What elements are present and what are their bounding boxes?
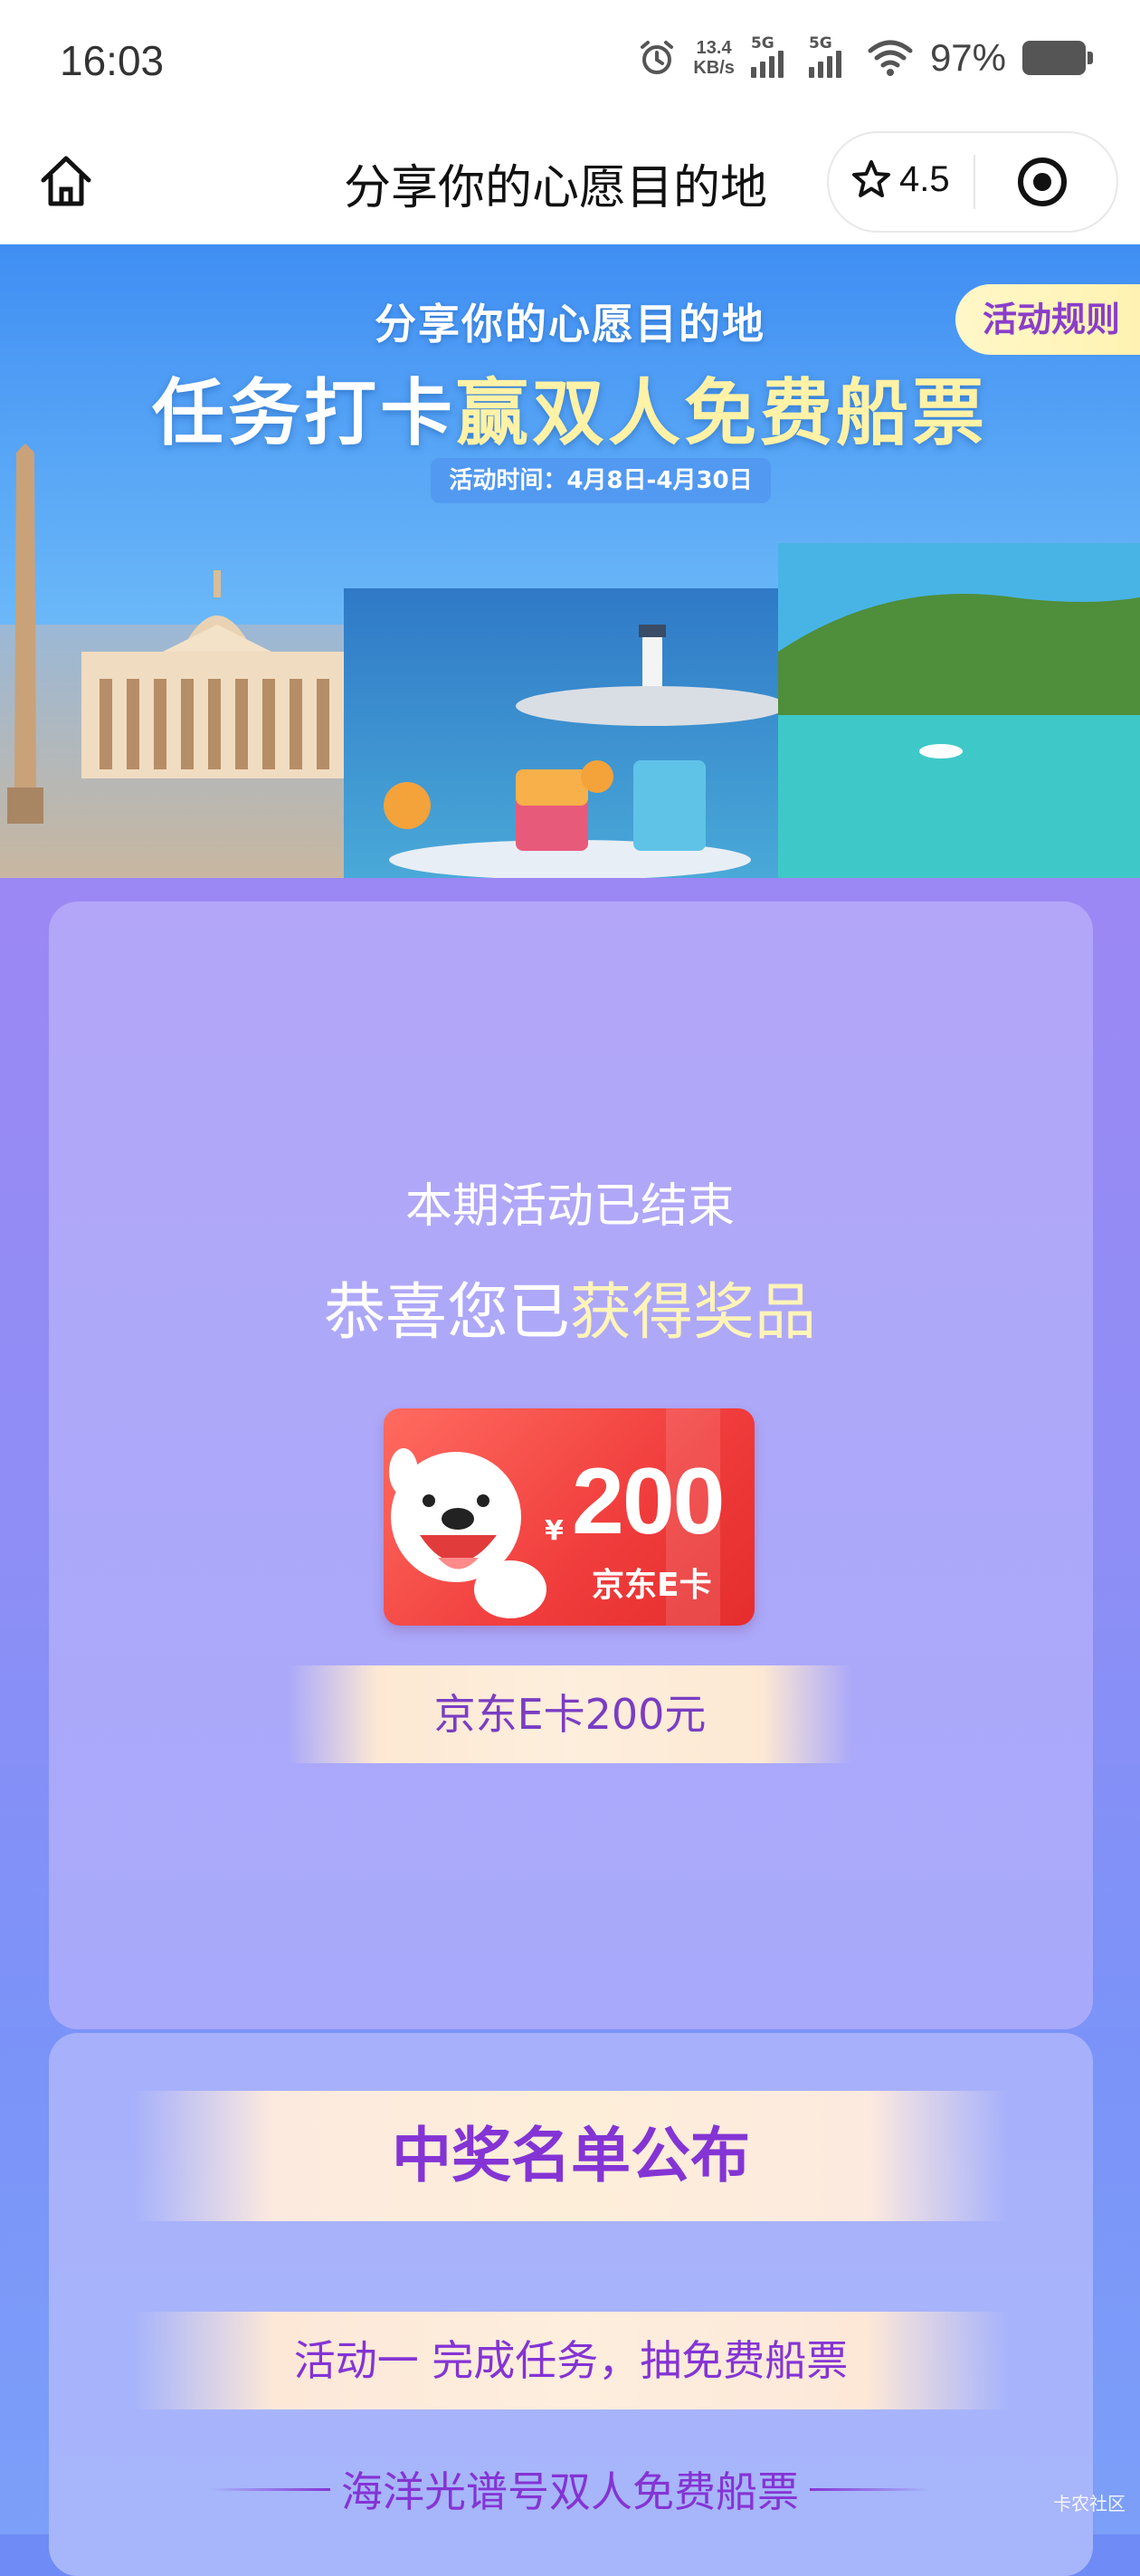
signal-icon-sim2: 5G — [808, 34, 850, 78]
island-illustration — [778, 543, 1140, 878]
activity-rules-button[interactable]: 活动规则 — [955, 284, 1140, 355]
mini-program-capsule: 4.5 — [827, 131, 1118, 233]
sim2-label: 5G — [808, 34, 832, 52]
rating-value: 4.5 — [899, 158, 950, 199]
home-icon[interactable] — [34, 149, 98, 213]
alarm-icon — [641, 41, 674, 74]
basilica-illustration — [81, 570, 353, 778]
jd-dog-mascot-icon — [389, 1448, 546, 1618]
watermark: 卡农社区 — [1053, 2493, 1126, 2514]
obelisk-illustration — [7, 444, 43, 824]
banner-title-part1: 任务打卡 — [152, 371, 456, 455]
battery-percent: 97% — [929, 36, 1006, 79]
nav-bar: 分享你的心愿目的地 4.5 — [0, 122, 1140, 244]
star-icon — [852, 160, 890, 197]
lighthouse-illustration — [516, 625, 787, 726]
ecard-label: 京东E卡 — [592, 1567, 712, 1604]
network-speed: 13.4 KB/s — [693, 38, 735, 78]
ecard-amount: 200 — [572, 1449, 726, 1554]
prize-heading-line-left — [210, 2487, 330, 2491]
network-speed-value: 13.4 — [696, 38, 732, 58]
activity-ended-text: 本期活动已结束 — [404, 1179, 735, 1234]
prize-name: 京东E卡200元 — [288, 1665, 852, 1763]
winners-title: 中奖名单公布 — [134, 2091, 1008, 2221]
prize-heading-text: 海洋光谱号双人免费船票 — [341, 2467, 799, 2516]
sim1-label: 5G — [750, 34, 774, 52]
congrats-highlight: 获得奖品 — [570, 1277, 817, 1349]
congrats-prefix: 恭喜您已 — [323, 1277, 570, 1349]
page-title: 分享你的心愿目的地 — [344, 161, 768, 215]
activity-date: 活动时间：4月8日-4月30日 — [431, 458, 771, 503]
banner-title-part2: 赢双人免费船票 — [456, 371, 988, 455]
target-icon[interactable] — [1015, 155, 1069, 209]
ecard-currency: ¥ — [545, 1515, 564, 1547]
rating-button[interactable]: 4.5 — [850, 158, 950, 200]
status-time: 16:03 — [60, 37, 165, 84]
jd-ecard-image: ¥ 200 京东E卡 — [384, 1408, 755, 1626]
prize-heading-line-right — [810, 2487, 930, 2491]
drinks-illustration — [384, 760, 751, 878]
capsule-divider — [974, 155, 975, 209]
battery-icon — [1022, 41, 1093, 75]
status-icons: 13.4 KB/s 5G 5G 97% — [637, 31, 1093, 85]
prize-heading: 海洋光谱号双人免费船票 — [210, 2460, 930, 2518]
activity-one-label: 活动一 完成任务，抽免费船票 — [134, 2312, 1008, 2409]
status-bar: 16:03 13.4 KB/s 5G 5G 97% — [0, 0, 1140, 122]
hero-banner: 分享你的心愿目的地 任务打卡赢双人免费船票 活动时间：4月8日-4月30日 活动… — [0, 244, 1140, 878]
wifi-icon — [868, 40, 913, 76]
banner-title: 任务打卡赢双人免费船票 — [0, 355, 1140, 460]
network-speed-unit: KB/s — [693, 58, 735, 78]
signal-icon-sim1: 5G — [750, 34, 793, 78]
congrats-text: 恭喜您已获得奖品 — [0, 1262, 1140, 1351]
